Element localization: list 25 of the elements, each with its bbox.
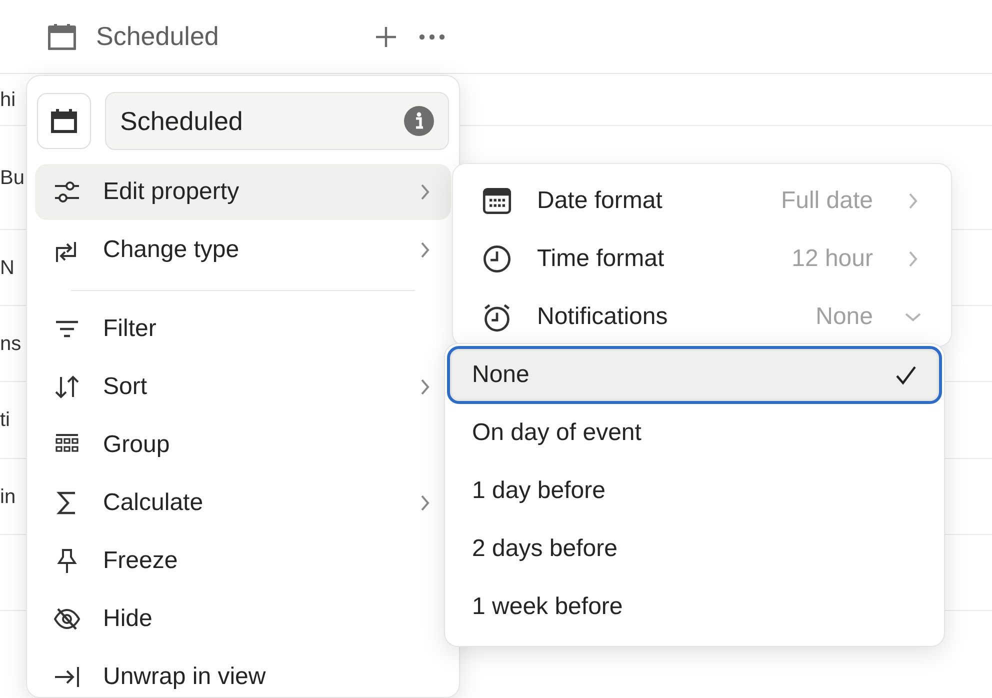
cell-text: ns <box>0 334 22 354</box>
property-option[interactable]: Time format 12 hour <box>461 230 943 288</box>
add-icon[interactable] <box>374 26 397 48</box>
property-name-input[interactable]: Scheduled <box>120 102 404 140</box>
menu-item[interactable]: Edit property <box>35 164 451 220</box>
clock-icon <box>481 244 513 274</box>
menu-item[interactable]: Change type <box>35 222 451 278</box>
notification-option[interactable]: None <box>447 346 942 404</box>
property-option[interactable]: Notifications None <box>461 288 943 346</box>
property-icon-button[interactable] <box>37 93 91 149</box>
cell-text: hi <box>0 90 16 110</box>
name-field[interactable]: Scheduled <box>105 92 449 150</box>
cell-text: N <box>0 258 14 278</box>
column-title[interactable]: Scheduled <box>96 17 219 56</box>
checkmark-icon <box>895 364 917 386</box>
menu-item[interactable]: Unwrap in view <box>35 649 451 697</box>
cell-text: in <box>0 486 16 506</box>
calendar-icon <box>48 24 76 50</box>
calendar-grid-icon <box>481 186 513 216</box>
cell-text: Bu <box>0 168 24 188</box>
cell-text: ti <box>0 410 10 430</box>
calendar-icon <box>51 109 77 133</box>
more-icon[interactable] <box>418 34 445 40</box>
property-option[interactable]: Date format Full date <box>461 172 943 230</box>
info-icon[interactable] <box>404 106 434 136</box>
